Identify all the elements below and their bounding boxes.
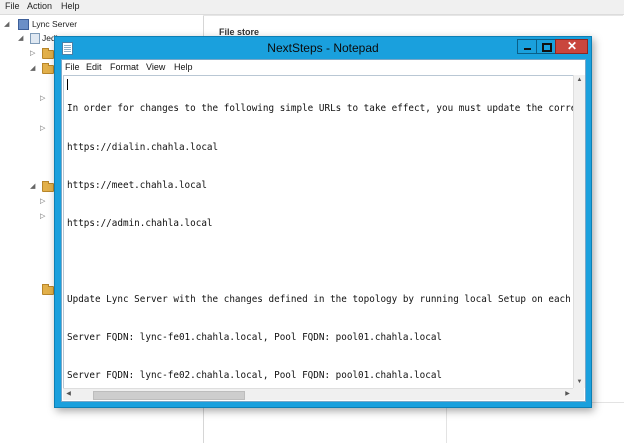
menu-file[interactable]: File [5, 1, 20, 11]
expand-arrow-icon[interactable]: ▷ [40, 197, 45, 205]
expand-arrow-icon[interactable]: ▷ [40, 212, 45, 220]
notepad-window[interactable]: NextSteps - Notepad ✕ File Edit Format V… [54, 36, 592, 408]
editor-content: In order for changes to the following si… [67, 78, 574, 388]
folder-icon [42, 284, 54, 295]
scroll-up-icon[interactable]: ▲ [574, 75, 585, 86]
collapse-arrow-icon[interactable]: ◢ [30, 182, 35, 190]
menu-view[interactable]: View [146, 62, 165, 72]
menu-action[interactable]: Action [27, 1, 52, 11]
expand-arrow-icon[interactable]: ▷ [30, 49, 35, 57]
folder-icon [42, 63, 54, 74]
menu-edit[interactable]: Edit [86, 62, 102, 72]
scroll-left-icon[interactable]: ◀ [63, 389, 74, 400]
collapse-arrow-icon[interactable]: ◢ [18, 34, 23, 42]
maximize-icon [542, 43, 552, 52]
size-grip[interactable] [573, 388, 584, 400]
menu-help[interactable]: Help [174, 62, 193, 72]
minimize-button[interactable] [517, 39, 537, 54]
window-title: NextSteps - Notepad [267, 41, 379, 55]
close-button[interactable]: ✕ [555, 39, 588, 54]
expand-arrow-icon[interactable]: ▷ [40, 124, 45, 132]
notepad-titlebar[interactable]: NextSteps - Notepad ✕ [55, 37, 591, 59]
background-menubar: File Action Help [0, 0, 624, 15]
scroll-right-icon[interactable]: ▶ [562, 389, 573, 400]
site-icon [30, 33, 40, 44]
text-line: https://meet.chahla.local [67, 179, 207, 191]
menu-format[interactable]: Format [110, 62, 139, 72]
text-line: Server FQDN: lync-fe02.chahla.local, Poo… [67, 370, 443, 382]
horizontal-scrollbar[interactable]: ◀ ▶ [63, 388, 573, 400]
minimize-icon [524, 48, 531, 50]
text-line: https://dialin.chahla.local [67, 141, 219, 153]
menu-help[interactable]: Help [61, 1, 80, 11]
collapse-arrow-icon[interactable]: ◢ [30, 64, 35, 72]
menu-file[interactable]: File [65, 62, 80, 72]
vertical-scrollbar[interactable]: ▲ ▼ [573, 75, 585, 388]
expand-arrow-icon[interactable]: ▷ [40, 94, 45, 102]
close-icon: ✕ [567, 39, 578, 53]
maximize-button[interactable] [536, 39, 556, 54]
text-line: In order for changes to the following si… [67, 103, 574, 115]
folder-icon [42, 48, 54, 59]
collapse-arrow-icon[interactable]: ◢ [4, 20, 9, 28]
horizontal-scroll-thumb[interactable] [93, 391, 245, 400]
notepad-menubar: File Edit Format View Help [62, 60, 585, 75]
scroll-down-icon[interactable]: ▼ [574, 377, 585, 388]
text-editor[interactable]: In order for changes to the following si… [63, 75, 574, 389]
notepad-client: File Edit Format View Help In order for … [61, 59, 586, 402]
details-footer-separator [446, 403, 447, 443]
text-line: https://admin.chahla.local [67, 217, 213, 229]
folder-icon [42, 181, 54, 192]
text-line [67, 256, 573, 269]
server-icon [18, 19, 29, 30]
text-line: Server FQDN: lync-fe01.chahla.local, Poo… [67, 332, 443, 344]
text-line: Update Lync Server with the changes defi… [67, 293, 571, 305]
tree-label: Lync Server [32, 19, 78, 29]
